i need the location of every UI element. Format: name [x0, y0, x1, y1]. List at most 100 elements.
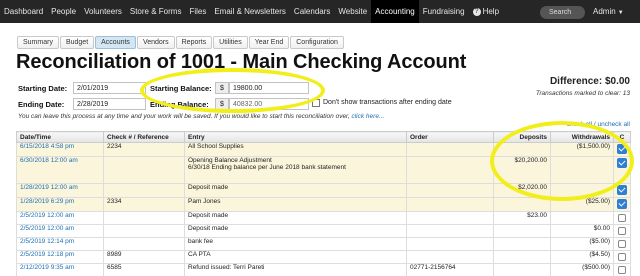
date-cell[interactable]: 6/15/2018 4:58 pm — [16, 142, 104, 157]
nav-people[interactable]: People — [47, 0, 80, 23]
cleared-cell — [613, 183, 631, 198]
table-row[interactable]: 2/5/2019 12:14 pm bank fee ($5.00) — [16, 237, 631, 251]
cleared-cell — [613, 237, 631, 251]
date-cell[interactable]: 2/5/2019 12:00 am — [16, 224, 104, 238]
col-entry[interactable]: Entry — [184, 131, 407, 143]
withdrawal-cell: ($25.00) — [550, 197, 614, 212]
date-cell[interactable]: 1/28/2019 6:29 pm — [16, 197, 104, 212]
nav-fundraising[interactable]: Fundraising — [419, 0, 469, 23]
ending-balance-field[interactable]: 40832.00 — [229, 98, 309, 110]
ending-date-label: Ending Date: — [18, 100, 65, 109]
deposit-cell — [493, 197, 551, 212]
date-cell[interactable]: 2/5/2019 12:18 pm — [16, 250, 104, 264]
order-cell — [406, 183, 494, 198]
tab-reports[interactable]: Reports — [175, 36, 213, 49]
nav-accounting[interactable]: Accounting — [371, 0, 419, 23]
cleared-checkbox-unchecked[interactable] — [618, 214, 626, 222]
table-row[interactable]: 2/5/2019 12:00 am Deposit made $23.00 — [16, 211, 631, 225]
table-row[interactable]: 2/5/2019 12:18 pm 8989 CA PTA ($4.50) — [16, 250, 631, 264]
admin-menu[interactable]: Admin ▼ — [593, 0, 624, 23]
entry-title: bank fee — [188, 238, 213, 246]
date-cell[interactable]: 2/12/2019 9:35 am — [16, 263, 104, 276]
tab-year-end[interactable]: Year End — [248, 36, 290, 49]
cleared-checkbox-checked[interactable] — [617, 158, 627, 168]
entry-title: Deposit made — [188, 184, 229, 192]
cleared-checkbox-checked[interactable] — [617, 199, 627, 209]
nav-help[interactable]: ? Help — [469, 0, 503, 23]
admin-label: Admin — [593, 7, 616, 16]
nav-email-newsletters[interactable]: Email & Newsletters — [210, 0, 290, 23]
tab-summary[interactable]: Summary — [17, 36, 59, 49]
check-links: check all / uncheck all — [567, 121, 630, 128]
entry-title: Deposit made — [188, 212, 229, 220]
entry-cell: All School Supplies — [184, 142, 407, 157]
reference-cell — [103, 156, 185, 184]
date-cell[interactable]: 2/5/2019 12:14 pm — [16, 237, 104, 251]
table-row[interactable]: 2/12/2019 9:35 am 6585 Refund issued: Terr… — [16, 263, 631, 276]
table-row[interactable]: 1/28/2019 6:29 pm 2334 Pam Jones ($25.00) — [16, 197, 631, 212]
starting-date-field[interactable]: 2/01/2019 — [73, 82, 146, 94]
deposit-cell — [493, 263, 551, 276]
deposit-cell — [493, 142, 551, 157]
cleared-checkbox-unchecked[interactable] — [618, 240, 626, 248]
ending-balance-label: Ending Balance: — [150, 100, 209, 109]
ending-date-field[interactable]: 2/28/2019 — [73, 98, 146, 110]
entry-title: Opening Balance Adjustment — [188, 157, 272, 165]
nav-volunteers[interactable]: Volunteers — [80, 0, 126, 23]
cleared-checkbox-unchecked[interactable] — [618, 266, 626, 274]
starting-balance-label: Starting Balance: — [150, 84, 212, 93]
nav-dashboard[interactable]: Dashboard — [0, 0, 47, 23]
uncheck-all-link[interactable]: uncheck all — [597, 121, 630, 128]
nav-calendars[interactable]: Calendars — [290, 0, 334, 23]
withdrawal-cell: ($500.00) — [550, 263, 614, 276]
start-over-link[interactable]: click here... — [351, 113, 384, 120]
table-row[interactable]: 1/28/2019 12:00 am Deposit made $2,020.00 — [16, 183, 631, 198]
withdrawal-cell: ($5.00) — [550, 237, 614, 251]
col-date[interactable]: Date/Time — [16, 131, 104, 143]
reference-cell — [103, 237, 185, 251]
nav-store-forms[interactable]: Store & Forms — [126, 0, 186, 23]
reference-cell — [103, 183, 185, 198]
order-cell: 02771-2156764 — [406, 263, 494, 276]
tab-budget[interactable]: Budget — [59, 36, 95, 49]
entry-title: All School Supplies — [188, 143, 244, 151]
cleared-checkbox-unchecked[interactable] — [618, 253, 626, 261]
withdrawal-cell — [550, 211, 614, 225]
tab-vendors[interactable]: Vendors — [136, 36, 175, 49]
date-cell[interactable]: 6/30/2018 12:00 am — [16, 156, 104, 184]
search-input[interactable]: Search — [540, 6, 585, 19]
chevron-down-icon: ▼ — [617, 10, 624, 16]
marked-to-clear: Transactions marked to clear: 13 — [535, 90, 630, 97]
tab-configuration[interactable]: Configuration — [290, 36, 344, 49]
date-cell[interactable]: 1/28/2019 12:00 am — [16, 183, 104, 198]
col-cleared[interactable]: C — [613, 131, 631, 143]
nav-website[interactable]: Website — [334, 0, 371, 23]
nav-files[interactable]: Files — [185, 0, 210, 23]
cleared-checkbox-unchecked[interactable] — [618, 227, 626, 235]
table-row[interactable]: 2/5/2019 12:00 am Deposit made $0.00 — [16, 224, 631, 238]
ending-balance-currency: $ — [215, 98, 229, 110]
tab-utilities[interactable]: Utilities — [213, 36, 248, 49]
withdrawal-cell: $0.00 — [550, 224, 614, 238]
dont-show-checkbox[interactable] — [312, 99, 320, 107]
entry-title: Refund issued: Terri Pareti — [188, 264, 265, 272]
col-order[interactable]: Order — [406, 131, 494, 143]
table-row[interactable]: 6/15/2018 4:58 pm 2234 All School Supplies… — [16, 142, 631, 157]
withdrawal-cell — [550, 183, 614, 198]
deposit-cell: $23.00 — [493, 211, 551, 225]
cleared-checkbox-checked[interactable] — [617, 185, 627, 195]
cleared-cell — [613, 142, 631, 157]
cleared-checkbox-checked[interactable] — [617, 144, 627, 154]
tab-accounts[interactable]: Accounts — [95, 36, 136, 49]
col-reference[interactable]: Check # / Reference — [103, 131, 185, 143]
col-withdrawals[interactable]: Withdrawals — [550, 131, 614, 143]
col-deposits[interactable]: Deposits — [493, 131, 551, 143]
starting-balance-field[interactable]: 19800.00 — [229, 82, 309, 94]
table-row[interactable]: 6/30/2018 12:00 am Opening Balance Adjust… — [16, 156, 631, 184]
date-cell[interactable]: 2/5/2019 12:00 am — [16, 211, 104, 225]
entry-cell: Opening Balance Adjustment 6/30/18 Ending… — [184, 156, 407, 184]
withdrawal-cell — [550, 156, 614, 184]
reference-cell: 6585 — [103, 263, 185, 276]
deposit-cell: $2,020.00 — [493, 183, 551, 198]
check-all-link[interactable]: check all — [567, 121, 592, 128]
